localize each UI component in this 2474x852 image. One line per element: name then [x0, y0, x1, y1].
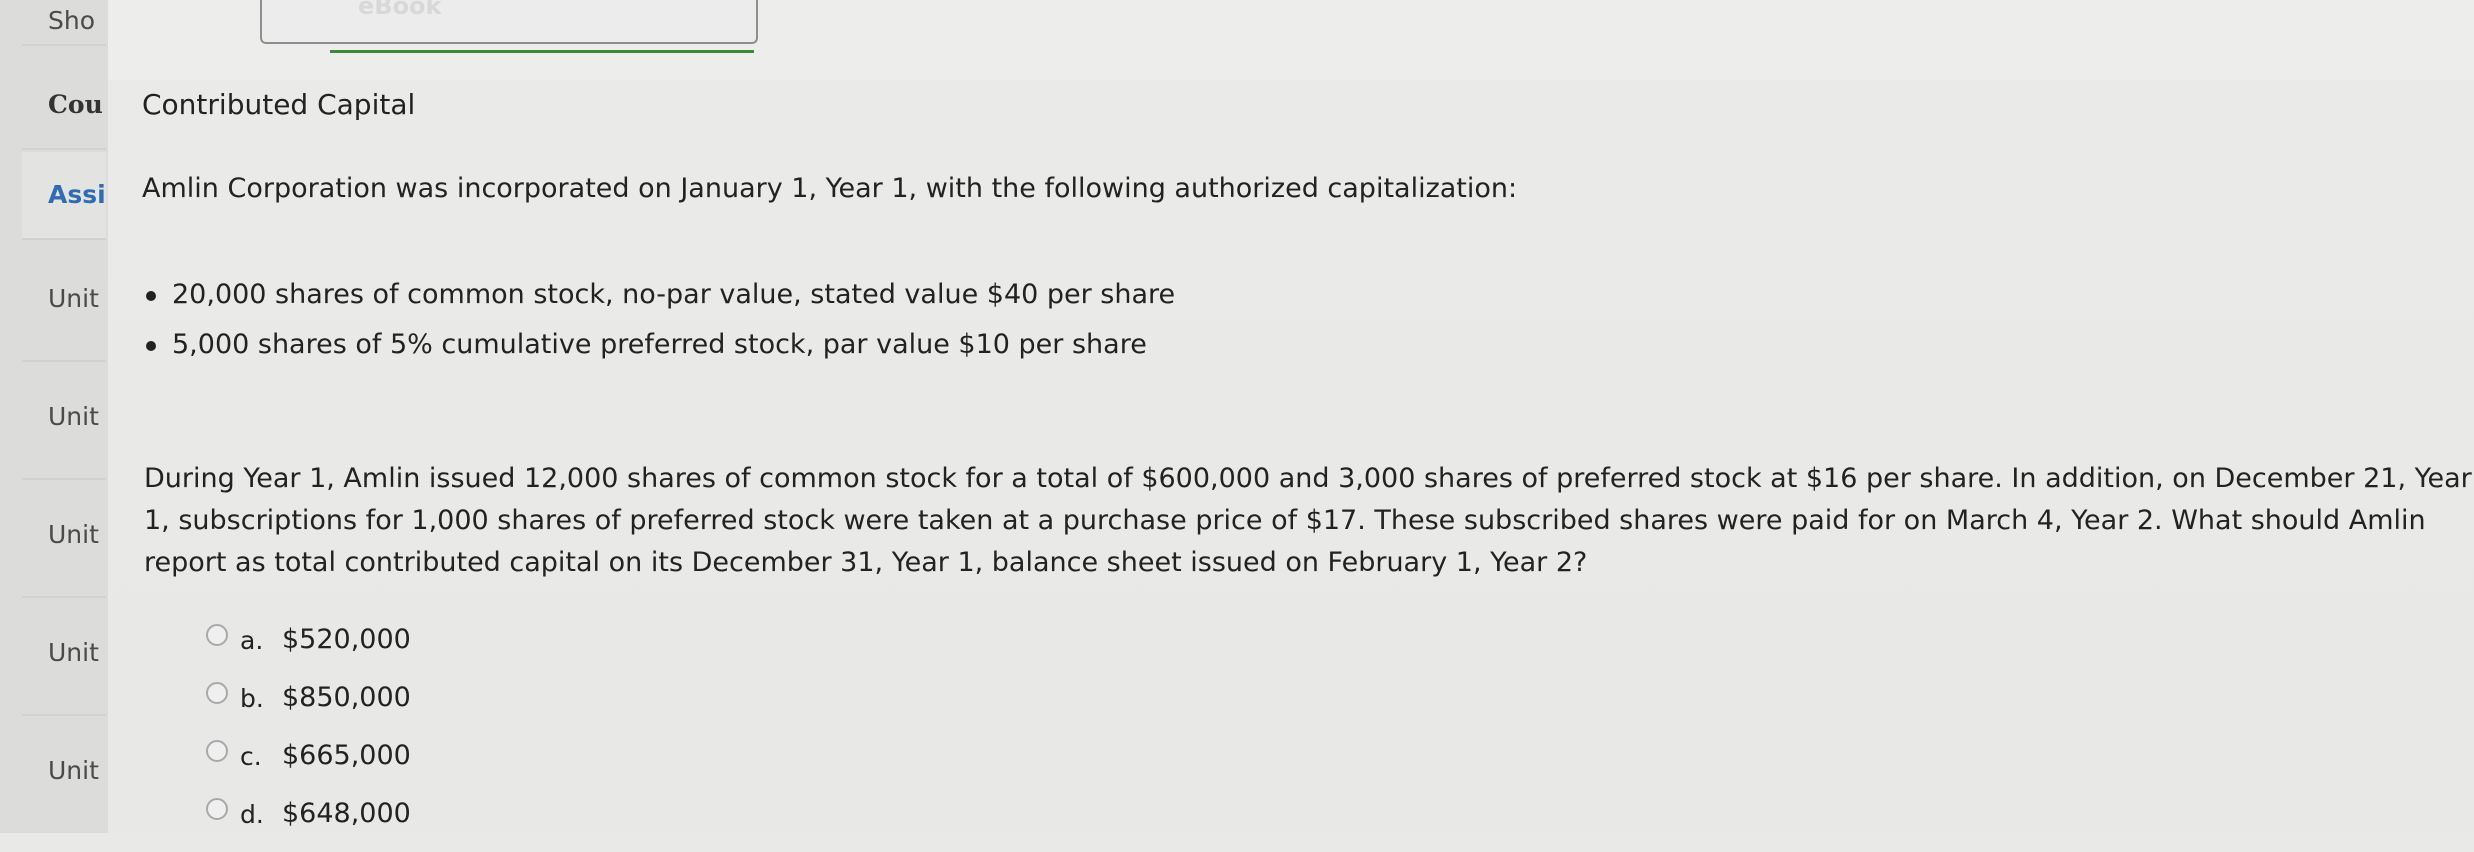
option-letter: c.	[240, 742, 262, 771]
sidebar-item-assignment[interactable]: Assi	[22, 152, 106, 240]
top-toolbar: eBook	[108, 0, 2474, 80]
question-panel: Contributed Capital Amlin Corporation wa…	[108, 80, 2474, 833]
list-item: 20,000 shares of common stock, no-par va…	[142, 278, 1175, 328]
radio-button-icon[interactable]	[206, 682, 228, 704]
sidebar-item-label: Unit	[48, 284, 99, 313]
sidebar-item-label: Cou	[48, 90, 103, 119]
sidebar-item-unit-5[interactable]: Unit	[22, 730, 106, 833]
radio-button-icon[interactable]	[206, 798, 228, 820]
option-value: $648,000	[282, 798, 411, 829]
list-item: 5,000 shares of 5% cumulative preferred …	[142, 328, 1175, 378]
ebook-button[interactable]: eBook	[260, 0, 758, 44]
question-text: During Year 1, Amlin issued 12,000 share…	[144, 463, 2472, 578]
radio-button-icon[interactable]	[206, 624, 228, 646]
sidebar-item-unit-4[interactable]: Unit	[22, 612, 106, 716]
sidebar-item-unit-1[interactable]: Unit	[22, 258, 106, 362]
sidebar-item-label: Unit	[48, 402, 99, 431]
bullet-icon	[146, 291, 156, 301]
radio-button-icon[interactable]	[206, 740, 228, 762]
sidebar-item-label: Unit	[48, 756, 99, 785]
sidebar-item-unit-2[interactable]: Unit	[22, 376, 106, 480]
option-letter: d.	[240, 800, 264, 829]
sidebar-item-label: Unit	[48, 520, 99, 549]
option-value: $850,000	[282, 682, 411, 713]
question-intro: Amlin Corporation was incorporated on Ja…	[142, 173, 1518, 204]
ebook-label: eBook	[358, 0, 442, 20]
question-title: Contributed Capital	[142, 88, 416, 121]
ebook-underline	[330, 50, 754, 53]
sidebar-item-show[interactable]: Sho	[22, 0, 106, 46]
bullet-icon	[146, 341, 156, 351]
option-value: $520,000	[282, 624, 411, 655]
sidebar-item-label: Sho	[48, 6, 96, 35]
left-sidebar: Sho Cou Assi Unit Unit Unit Unit Unit	[0, 0, 110, 833]
sidebar-item-unit-3[interactable]: Unit	[22, 494, 106, 598]
option-letter: a.	[240, 626, 264, 655]
option-value: $665,000	[282, 740, 411, 771]
list-item-text: 20,000 shares of common stock, no-par va…	[172, 279, 1176, 310]
list-item-text: 5,000 shares of 5% cumulative preferred …	[172, 329, 1147, 360]
sidebar-item-label: Assi	[48, 180, 106, 209]
capitalization-list: 20,000 shares of common stock, no-par va…	[142, 278, 1175, 378]
sidebar-item-course[interactable]: Cou	[22, 64, 106, 150]
sidebar-item-label: Unit	[48, 638, 99, 667]
option-letter: b.	[240, 684, 264, 713]
